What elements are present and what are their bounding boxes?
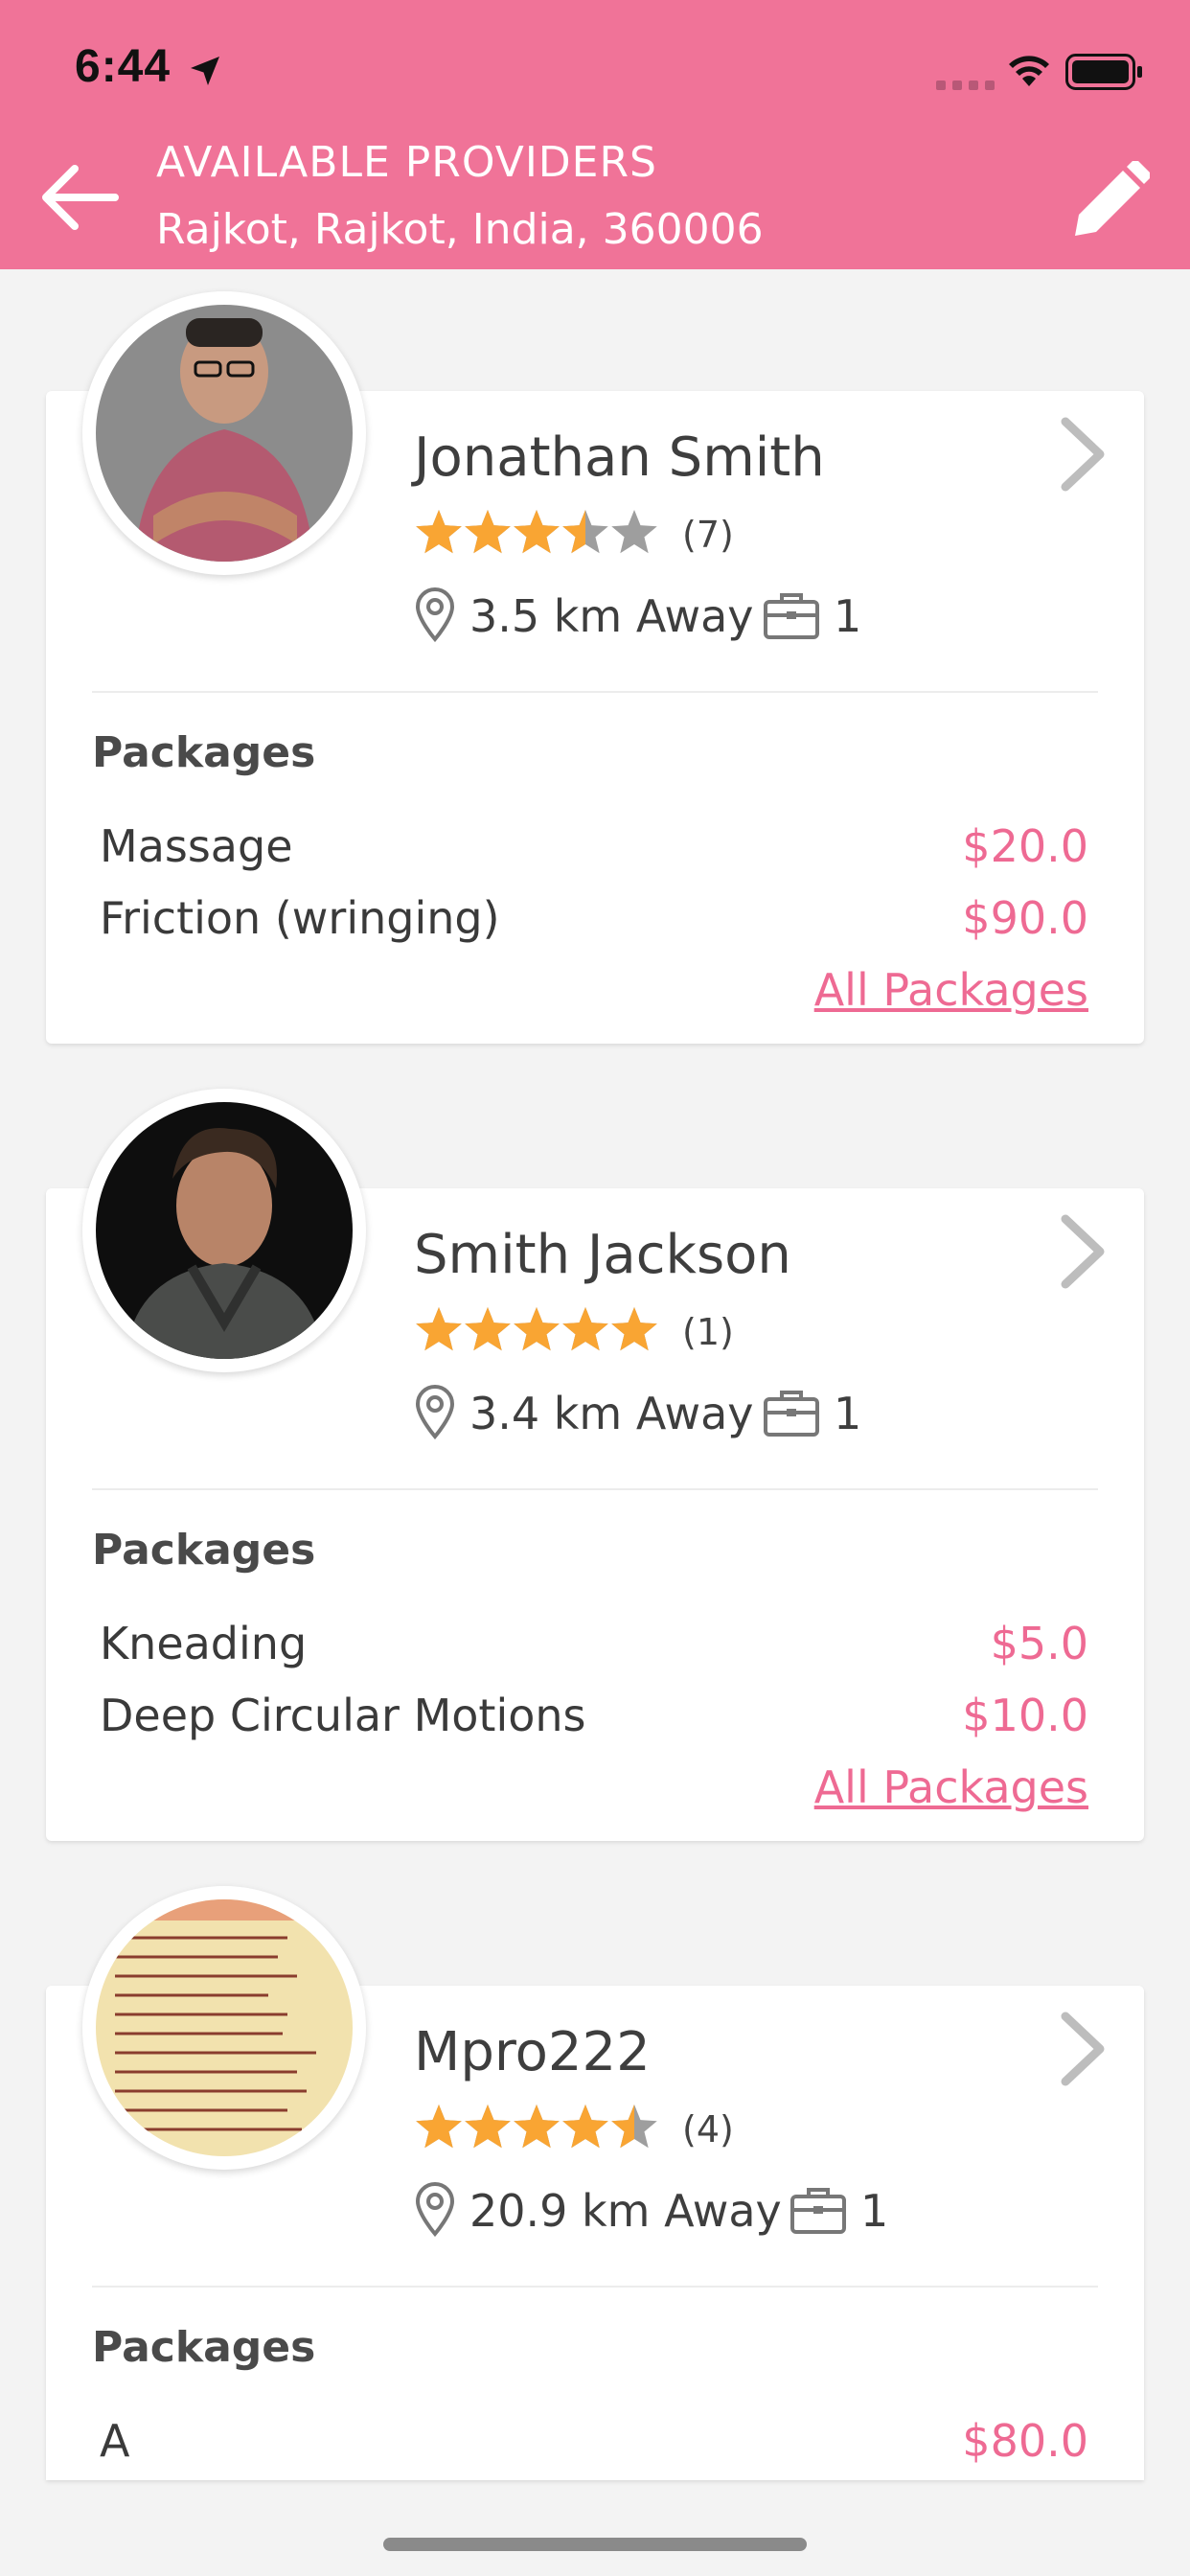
battery-icon — [1065, 54, 1142, 90]
package-price: $5.0 — [990, 1618, 1088, 1669]
package-price: $10.0 — [962, 1690, 1088, 1741]
star-icon — [416, 510, 462, 554]
packages-heading: Packages — [92, 1526, 316, 1575]
jobs-count: 1 — [834, 590, 862, 642]
avatar[interactable] — [82, 1886, 366, 2170]
star-icon — [514, 2104, 560, 2149]
package-price: $80.0 — [962, 2415, 1088, 2467]
distance-row: 20.9 km Away 1 — [414, 2181, 912, 2239]
map-pin-icon — [415, 1385, 455, 1439]
star-icon — [416, 2104, 462, 2149]
distance-text: 3.5 km Away — [469, 590, 754, 642]
jobs-count: 1 — [860, 2185, 889, 2237]
star-icon — [465, 2104, 511, 2149]
distance-row: 3.5 km Away 1 — [414, 586, 893, 644]
package-name: Friction (wringing) — [100, 892, 500, 944]
briefcase-icon — [764, 593, 819, 639]
rating-count: (1) — [682, 1311, 734, 1353]
star-icon — [562, 2104, 608, 2149]
provider-name[interactable]: Jonathan Smith — [414, 431, 825, 485]
home-indicator[interactable] — [383, 2538, 807, 2551]
provider-name[interactable]: Mpro222 — [414, 2026, 651, 2080]
package-name: Deep Circular Motions — [100, 1690, 586, 1741]
star-icon — [562, 1307, 608, 1351]
rating-stars — [416, 510, 657, 554]
divider — [92, 691, 1098, 693]
status-bar: 6:44 — [0, 0, 1190, 134]
divider — [92, 1488, 1098, 1490]
star-icon — [465, 1307, 511, 1351]
provider-name[interactable]: Smith Jackson — [414, 1229, 791, 1282]
packages-heading: Packages — [92, 2323, 316, 2372]
star-icon — [465, 510, 511, 554]
chevron-right-icon[interactable] — [1104, 391, 1156, 468]
briefcase-icon — [764, 1391, 819, 1437]
chevron-right-icon[interactable] — [1058, 416, 1110, 493]
app-header: 6:44 AVAILABLE PROVIDERS Rajkot, Rajkot,… — [0, 0, 1190, 269]
location-arrow-icon — [191, 57, 219, 85]
briefcase-icon — [790, 2188, 846, 2234]
map-pin-icon — [415, 2182, 455, 2237]
package-name: A — [100, 2415, 130, 2467]
star-icon — [611, 1307, 657, 1351]
all-packages-link[interactable]: All Packages — [814, 968, 1088, 1012]
star-icon — [611, 510, 657, 554]
package-price: $90.0 — [962, 892, 1088, 944]
chevron-right-icon[interactable] — [1058, 2011, 1110, 2087]
avatar-photo — [96, 1899, 353, 2156]
package-price: $20.0 — [962, 820, 1088, 872]
divider — [92, 2286, 1098, 2288]
map-pin-icon — [415, 587, 455, 642]
status-time: 6:44 — [75, 41, 172, 92]
star-icon — [514, 510, 560, 554]
rating-count: (4) — [682, 2108, 734, 2150]
package-name: Massage — [100, 820, 293, 872]
rating-stars — [416, 2104, 657, 2149]
signal-icon — [936, 80, 995, 90]
distance-text: 3.4 km Away — [469, 1388, 754, 1439]
package-name: Kneading — [100, 1618, 308, 1669]
back-arrow-icon[interactable] — [38, 161, 125, 234]
jobs-count: 1 — [834, 1388, 862, 1439]
avatar[interactable] — [82, 291, 366, 575]
rating-stars — [416, 1307, 657, 1351]
rating-count: (7) — [682, 514, 734, 556]
location-subtitle: Rajkot, Rajkot, India, 360006 — [156, 205, 764, 254]
distance-text: 20.9 km Away — [469, 2185, 782, 2237]
page-title: AVAILABLE PROVIDERS — [156, 138, 657, 187]
star-icon — [416, 1307, 462, 1351]
avatar-photo — [96, 1102, 353, 1359]
packages-heading: Packages — [92, 728, 316, 777]
wifi-icon — [1009, 56, 1049, 86]
chevron-right-icon[interactable] — [1058, 1213, 1110, 1290]
star-icon — [514, 1307, 560, 1351]
edit-pencil-icon[interactable] — [1071, 161, 1150, 240]
avatar[interactable] — [82, 1089, 366, 1372]
avatar-photo — [96, 305, 353, 562]
distance-row: 3.4 km Away 1 — [414, 1384, 893, 1441]
all-packages-link[interactable]: All Packages — [814, 1765, 1088, 1809]
